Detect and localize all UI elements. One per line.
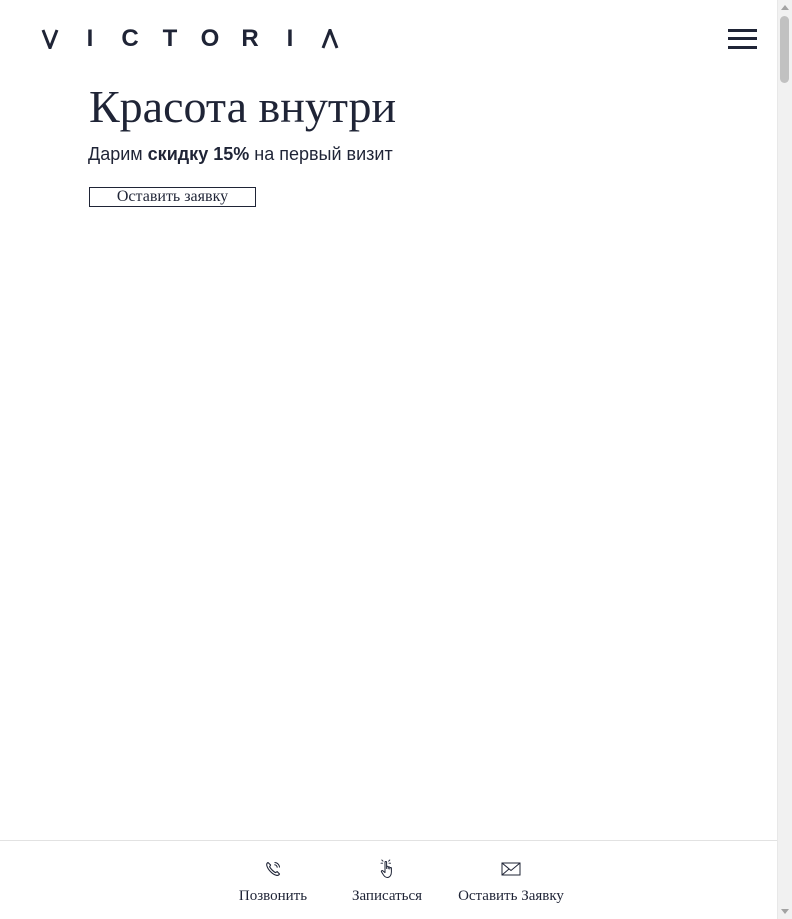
logo-letter: R	[241, 25, 259, 52]
book-button[interactable]: Записаться	[347, 859, 427, 905]
phone-icon	[263, 859, 283, 879]
vertical-scrollbar[interactable]	[777, 0, 792, 919]
scroll-up-icon[interactable]	[781, 5, 789, 10]
leave-request-button[interactable]: Оставить заявку	[89, 187, 256, 207]
scroll-down-icon[interactable]	[781, 909, 789, 914]
hero-subtitle: Дарим скидку 15% на первый визит	[88, 142, 393, 166]
menu-line	[728, 46, 757, 49]
logo-letter: I	[86, 25, 94, 52]
logo-letter: O	[200, 25, 220, 52]
scrollbar-thumb[interactable]	[780, 16, 789, 83]
subtitle-discount: скидку 15%	[147, 144, 250, 164]
logo-lambda-icon	[321, 29, 339, 49]
logo-letter	[40, 29, 60, 49]
leave-request-bar-button[interactable]: Оставить Заявку	[456, 859, 566, 905]
call-button[interactable]: Позвонить	[232, 859, 314, 905]
tap-hand-icon	[377, 859, 397, 879]
logo-letter: I	[286, 25, 294, 52]
book-label: Записаться	[351, 888, 423, 904]
subtitle-text: на первый визит	[254, 144, 393, 164]
call-label: Позвонить	[238, 888, 308, 904]
page: I C T O R I Красота внутри Дарим скидку …	[0, 0, 777, 919]
subtitle-text: Дарим	[88, 144, 143, 164]
hero-title: Красота внутри	[89, 81, 397, 132]
logo-letter: T	[162, 25, 178, 52]
envelope-icon	[501, 859, 521, 879]
menu-line	[728, 29, 757, 32]
menu-line	[728, 37, 757, 40]
hamburger-menu-icon[interactable]	[728, 29, 758, 50]
logo-letter	[320, 29, 340, 49]
request-label: Оставить Заявку	[458, 888, 564, 904]
logo[interactable]: I C T O R I	[40, 27, 340, 51]
logo-v-icon	[41, 29, 59, 49]
bottom-action-bar: Позвонить Записаться Оставить Заявку	[0, 840, 777, 919]
logo-letter: C	[121, 25, 139, 52]
